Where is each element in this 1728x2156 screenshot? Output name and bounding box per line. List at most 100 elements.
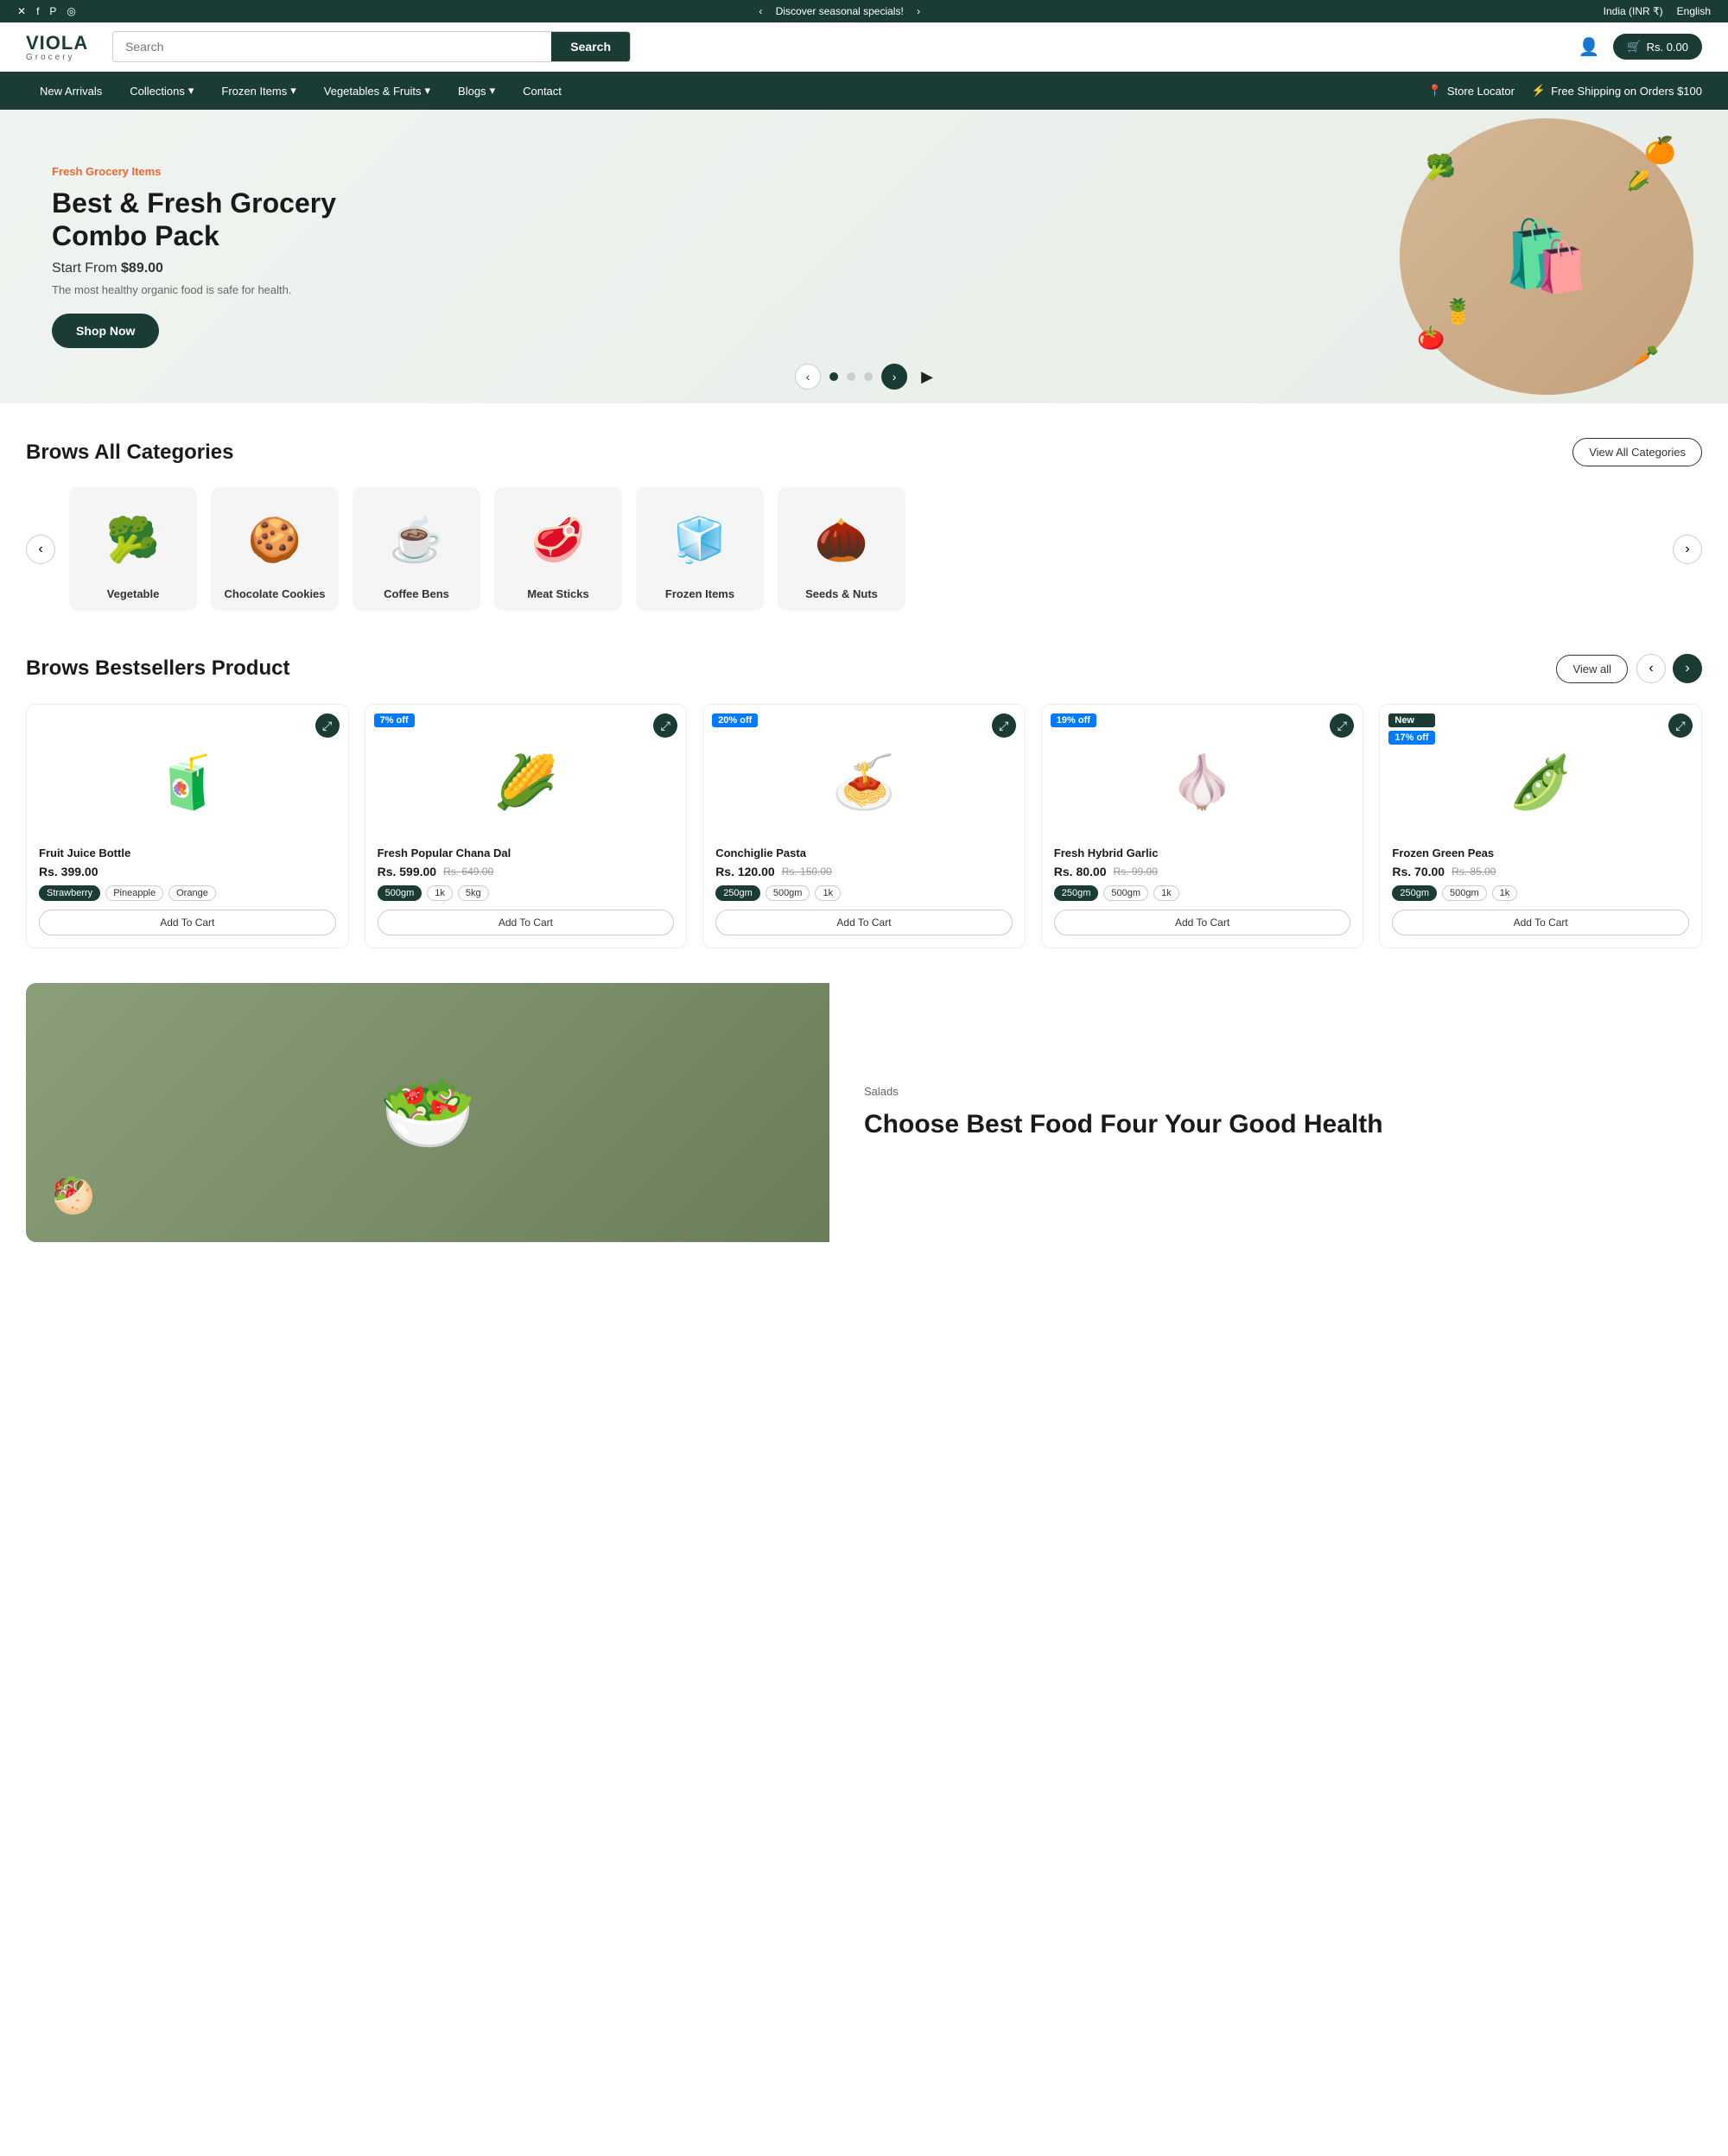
chana-dal-badges: 7% off — [374, 713, 415, 727]
meat-sticks-icon: 🥩 — [519, 501, 597, 579]
variant-1k[interactable]: 1k — [1492, 885, 1518, 901]
categories-header: Brows All Categories View All Categories — [26, 438, 1702, 466]
variant-strawberry[interactable]: Strawberry — [39, 885, 100, 901]
nav-new-arrivals[interactable]: New Arrivals — [26, 72, 116, 110]
product-pasta-variants: 250gm 500gm 1k — [715, 885, 1013, 901]
cart-button[interactable]: 🛒 Rs. 0.00 — [1613, 34, 1702, 60]
product-fruit-juice-name: Fruit Juice Bottle — [39, 847, 336, 859]
category-coffee-bens[interactable]: ☕ Coffee Bens — [353, 487, 480, 611]
category-chocolate-cookies[interactable]: 🍪 Chocolate Cookies — [211, 487, 339, 611]
hero-content: Fresh Grocery Items Best & Fresh Grocery… — [0, 130, 916, 384]
search-button[interactable]: Search — [551, 32, 630, 61]
add-to-cart-green-peas[interactable]: Add To Cart — [1392, 910, 1689, 935]
nav-blogs[interactable]: Blogs ▾ — [444, 72, 509, 110]
logo[interactable]: VIOLA Grocery — [26, 32, 95, 62]
price-current: Rs. 599.00 — [378, 865, 437, 878]
language-selector[interactable]: English — [1677, 5, 1711, 17]
product-next-button[interactable]: › — [1673, 654, 1702, 683]
variant-500gm[interactable]: 500gm — [1103, 885, 1148, 901]
search-input[interactable] — [113, 32, 551, 61]
product-pasta-prices: Rs. 120.00 Rs. 150.00 — [715, 865, 1013, 878]
view-all-products-button[interactable]: View all — [1556, 655, 1628, 683]
variant-500gm[interactable]: 500gm — [1442, 885, 1487, 901]
facebook-icon[interactable]: f — [36, 5, 39, 17]
nav-left: New Arrivals Collections ▾ Frozen Items … — [26, 72, 1428, 110]
main-nav: New Arrivals Collections ▾ Frozen Items … — [0, 72, 1728, 110]
product-garlic-prices: Rs. 80.00 Rs. 99.00 — [1054, 865, 1351, 878]
variant-1k[interactable]: 1k — [1153, 885, 1179, 901]
dropdown-icon: ▾ — [188, 84, 194, 98]
variant-500gm[interactable]: 500gm — [766, 885, 810, 901]
hero-description: The most healthy organic food is safe fo… — [52, 283, 864, 296]
variant-500gm[interactable]: 500gm — [378, 885, 422, 901]
green-peas-badges: New 17% off — [1388, 713, 1434, 745]
category-seeds-nuts[interactable]: 🌰 Seeds & Nuts — [778, 487, 905, 611]
product-chana-dal: 7% off ⤢ 🌽 Fresh Popular Chana Dal Rs. 5… — [365, 704, 688, 948]
instagram-icon[interactable]: ◎ — [67, 5, 75, 17]
category-frozen-items[interactable]: 🧊 Frozen Items — [636, 487, 764, 611]
categories-list: 🥦 Vegetable 🍪 Chocolate Cookies ☕ Coffee… — [69, 487, 1659, 611]
product-expand-icon[interactable]: ⤢ — [653, 713, 677, 738]
product-prev-button[interactable]: ‹ — [1636, 654, 1666, 683]
hero-tag: Fresh Grocery Items — [52, 165, 864, 178]
top-bar: ✕ f P ◎ ‹ Discover seasonal specials! › … — [0, 0, 1728, 22]
prev-announcement[interactable]: ‹ — [759, 5, 762, 17]
product-expand-icon[interactable]: ⤢ — [1668, 713, 1693, 738]
product-expand-icon[interactable]: ⤢ — [315, 713, 340, 738]
hero-play-button[interactable]: ▶ — [921, 368, 933, 386]
twitter-icon[interactable]: ✕ — [17, 5, 26, 17]
garlic-image: 🧄 — [1054, 726, 1351, 838]
pinterest-icon[interactable]: P — [49, 5, 56, 17]
product-expand-icon[interactable]: ⤢ — [992, 713, 1016, 738]
category-seeds-nuts-label: Seeds & Nuts — [805, 587, 878, 600]
shop-now-button[interactable]: Shop Now — [52, 314, 159, 348]
product-pasta: 20% off ⤢ 🍝 Conchiglie Pasta Rs. 120.00 … — [702, 704, 1026, 948]
add-to-cart-garlic[interactable]: Add To Cart — [1054, 910, 1351, 935]
header-right: 👤 🛒 Rs. 0.00 — [1578, 34, 1702, 60]
chana-dal-image: 🌽 — [378, 726, 675, 838]
add-to-cart-chana-dal[interactable]: Add To Cart — [378, 910, 675, 935]
add-to-cart-pasta[interactable]: Add To Cart — [715, 910, 1013, 935]
nav-collections[interactable]: Collections ▾ — [116, 72, 207, 110]
promo-section: 🥗 🥙 Salads Choose Best Food Four Your Go… — [26, 983, 1702, 1242]
discount-badge: 19% off — [1051, 713, 1096, 727]
nav-contact[interactable]: Contact — [509, 72, 575, 110]
region-selector[interactable]: India (INR ₹) — [1604, 5, 1663, 17]
price-old: Rs. 649.00 — [443, 866, 493, 878]
salad-icon: 🥗 — [379, 1068, 476, 1158]
discount-badge: 7% off — [374, 713, 415, 727]
variant-250gm[interactable]: 250gm — [715, 885, 760, 901]
variant-orange[interactable]: Orange — [168, 885, 216, 901]
nav-vegetables-fruits[interactable]: Vegetables & Fruits ▾ — [310, 72, 444, 110]
categories-prev-button[interactable]: ‹ — [26, 535, 55, 564]
categories-title: Brows All Categories — [26, 441, 234, 465]
price-current: Rs. 399.00 — [39, 865, 98, 878]
product-slider-nav: ‹ › — [1636, 654, 1702, 683]
variant-1k[interactable]: 1k — [815, 885, 841, 901]
nav-frozen-items[interactable]: Frozen Items ▾ — [207, 72, 309, 110]
product-garlic: 19% off ⤢ 🧄 Fresh Hybrid Garlic Rs. 80.0… — [1041, 704, 1364, 948]
pasta-badges: 20% off — [712, 713, 758, 727]
store-locator[interactable]: 📍 Store Locator — [1428, 84, 1515, 98]
variant-5kg[interactable]: 5kg — [458, 885, 489, 901]
fruit-juice-image: 🧃 — [39, 726, 336, 838]
promo-image: 🥗 🥙 — [26, 983, 829, 1242]
variant-250gm[interactable]: 250gm — [1392, 885, 1437, 901]
product-garlic-variants: 250gm 500gm 1k — [1054, 885, 1351, 901]
category-vegetable[interactable]: 🥦 Vegetable — [69, 487, 197, 611]
view-all-categories-button[interactable]: View All Categories — [1572, 438, 1702, 466]
variant-250gm[interactable]: 250gm — [1054, 885, 1099, 901]
header: VIOLA Grocery Search 👤 🛒 Rs. 0.00 — [0, 22, 1728, 72]
promo-tag: Salads — [864, 1085, 1668, 1098]
categories-next-button[interactable]: › — [1673, 535, 1702, 564]
pasta-image: 🍝 — [715, 726, 1013, 838]
coffee-bens-icon: ☕ — [378, 501, 455, 579]
variant-pineapple[interactable]: Pineapple — [105, 885, 163, 901]
seeds-nuts-icon: 🌰 — [803, 501, 880, 579]
next-announcement[interactable]: › — [917, 5, 920, 17]
top-bar-right: India (INR ₹) English — [1604, 5, 1711, 17]
category-meat-sticks[interactable]: 🥩 Meat Sticks — [494, 487, 622, 611]
account-icon[interactable]: 👤 — [1578, 36, 1599, 58]
variant-1k[interactable]: 1k — [427, 885, 453, 901]
add-to-cart-fruit-juice[interactable]: Add To Cart — [39, 910, 336, 935]
